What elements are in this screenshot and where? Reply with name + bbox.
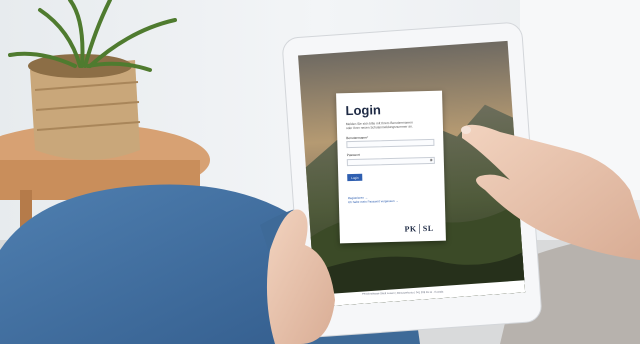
password-field[interactable]: ◉ — [346, 156, 435, 166]
show-password-icon[interactable]: ◉ — [430, 158, 433, 162]
forgot-password-link[interactable]: Ich habe mein Passwort vergessen → — [348, 198, 436, 205]
fingernail — [461, 126, 471, 134]
login-title: Login — [345, 102, 382, 119]
username-field[interactable] — [346, 139, 435, 149]
login-intro-text: Melden Sie sich bitte mit Ihrem Benutzer… — [345, 120, 413, 131]
login-button[interactable]: Login — [347, 174, 363, 182]
photo-scene — [0, 0, 640, 344]
login-card: Login Melden Sie sich bitte mit Ihrem Be… — [336, 90, 446, 244]
pksl-logo: PK│SL — [404, 223, 434, 234]
